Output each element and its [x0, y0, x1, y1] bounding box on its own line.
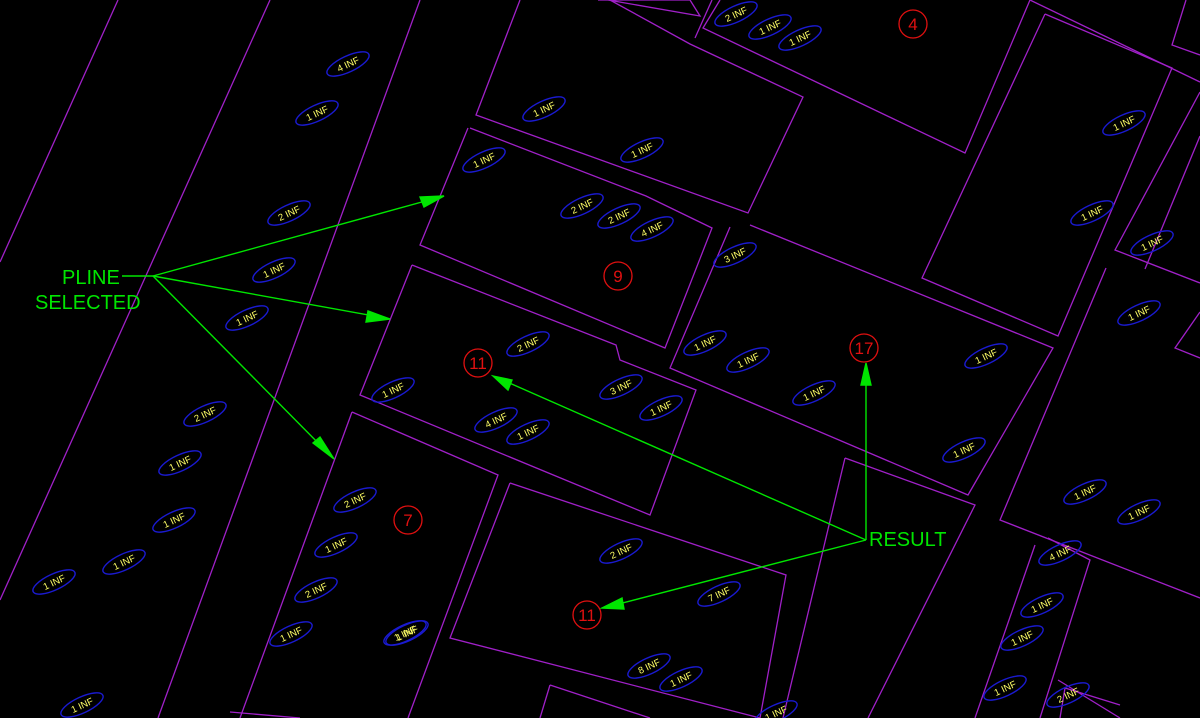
count-label: 7 [403, 511, 412, 530]
inf-tag: 2 INF [599, 538, 643, 564]
inf-tag: 1 INF [726, 347, 770, 373]
parcel-line [702, 0, 1031, 154]
inf-tag: 8 INF [627, 653, 671, 679]
result-label: RESULT [869, 529, 946, 551]
inf-tag: 1 INF [32, 569, 76, 595]
inf-tag: 1 INF [1000, 625, 1044, 651]
inf-tag: 3 INF [599, 374, 643, 400]
inf-tag: 1 INF [792, 380, 836, 406]
parcel-line [359, 264, 697, 516]
callout-arrows [122, 195, 872, 610]
parcel-line [351, 411, 499, 718]
pline-selected-label-line1: PLINE [62, 267, 120, 289]
inf-tag: 1 INF [1020, 592, 1064, 618]
inf-tag: 2 INF [506, 331, 550, 357]
inf-tag: 1 INF [1070, 200, 1114, 226]
pline-selected-label-line2: SELECTED [35, 292, 141, 314]
drawing-svg: PLINE SELECTED RESULT 4 9 11 17 7 11 4 I… [0, 0, 1200, 718]
count-circle: 17 [849, 333, 879, 363]
arrowhead [599, 596, 625, 610]
inf-tag: 1 INF [60, 692, 104, 718]
parcel-line [921, 13, 1173, 337]
inf-tag: 1 INF [1117, 499, 1161, 525]
inf-tag: 4 INF [630, 216, 674, 242]
parcel-line [1174, 311, 1200, 359]
parcel-line [844, 457, 976, 718]
inf-tag: 1 INF [754, 700, 798, 718]
count-circle: 11 [463, 348, 493, 378]
inf-tag: 1 INF [1102, 110, 1146, 136]
count-circle: 11 [572, 600, 602, 630]
count-label: 9 [613, 267, 622, 286]
inf-tag: 2 INF [560, 193, 604, 219]
count-circle: 7 [393, 505, 423, 535]
inf-tag: 1 INF [1130, 230, 1174, 256]
inf-tag: 1 INF [158, 450, 202, 476]
inf-tag: 1 INF [620, 137, 664, 163]
arrowhead [490, 374, 513, 392]
count-label: 11 [578, 606, 596, 625]
count-circle: 4 [898, 9, 928, 39]
parcel-line [0, 0, 119, 263]
parcel-line [782, 457, 846, 718]
parcel-line [694, 0, 713, 39]
inf-tag: 1 INF [225, 305, 269, 331]
inf-tag: 1 INF [522, 96, 566, 122]
tag-label: 1 INF [764, 704, 790, 718]
arrowhead [365, 310, 391, 323]
parcel-line [1171, 0, 1200, 56]
count-label: 11 [469, 354, 487, 373]
parcel-line [419, 127, 713, 349]
parcel-line [1029, 0, 1200, 83]
inf-tag: 2 INF [333, 487, 377, 513]
parcel-line [239, 411, 353, 718]
inf-tag: 2 INF [714, 1, 758, 27]
parcel-line [549, 684, 651, 718]
inf-tag: 2 INF [183, 401, 227, 427]
inf-tag: 1 INF [269, 621, 313, 647]
inf-tag: 4 INF [326, 51, 370, 77]
inf-tag: 1 INF [659, 666, 703, 692]
count-label: 17 [855, 339, 874, 358]
inf-tag: 1 INF [942, 437, 986, 463]
inf-tag: 2 INF [267, 200, 311, 226]
inf-tag: 1 INF [964, 343, 1008, 369]
inf-tag: 1 INF [1063, 479, 1107, 505]
inf-tag: 1 INF [152, 507, 196, 533]
inf-tag: 1 INF [102, 549, 146, 575]
count-circle: 9 [603, 261, 633, 291]
inf-tag: 2 INF [597, 203, 641, 229]
inf-tag: 1 INF [639, 395, 683, 421]
parcel-line [539, 684, 551, 718]
inf-tag: 2 INF [294, 577, 338, 603]
count-label: 4 [908, 15, 917, 34]
cad-drawing-canvas[interactable]: PLINE SELECTED RESULT 4 9 11 17 7 11 4 I… [0, 0, 1200, 718]
arrowhead [311, 435, 335, 460]
parcel-line [475, 0, 804, 214]
arrowhead [418, 195, 445, 208]
inf-tag: 1 INF [683, 330, 727, 356]
tags-layer: 4 INF 1 INF 1 INF 2 INF 1 INF 1 INF 1 INF 1 INF… [32, 1, 1174, 718]
arrowhead [860, 362, 872, 386]
parcel-line [999, 267, 1200, 599]
inf-tag: 1 INF [1117, 300, 1161, 326]
inf-tag: 1 INF [778, 25, 822, 51]
inf-tag: 1 INF [371, 377, 415, 403]
leader-line [606, 539, 867, 608]
inf-tag: 1 INF [252, 257, 296, 283]
inf-tag: 1 INF [295, 100, 339, 126]
inf-tag: 1 INF [983, 675, 1027, 701]
inf-tag: 1 INF [314, 532, 358, 558]
inf-tag: 1 INF [462, 147, 506, 173]
parcel-line [157, 0, 421, 718]
